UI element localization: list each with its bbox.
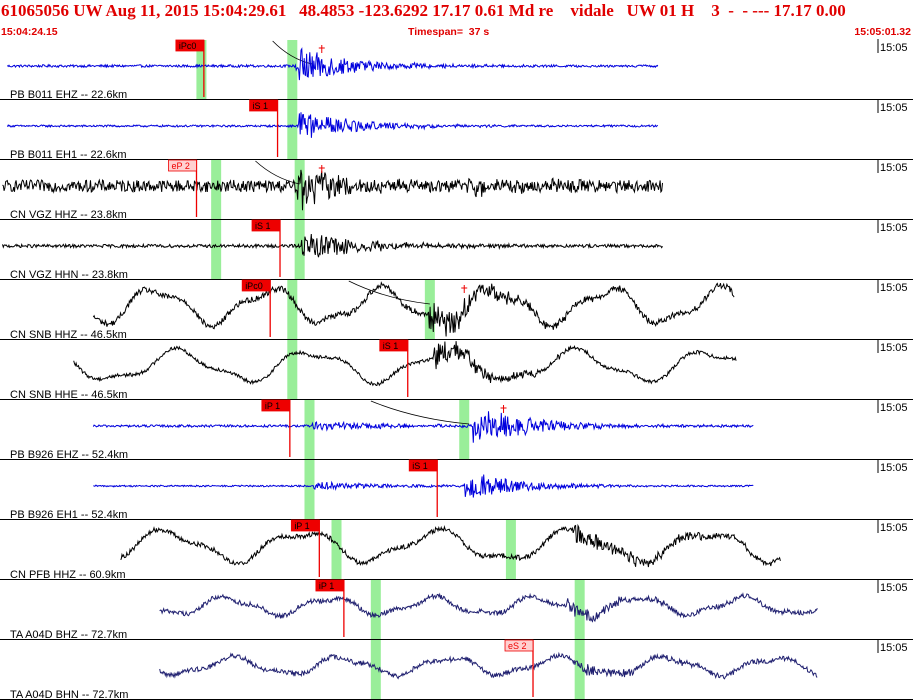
phase-pick-label: eS 2 [508,641,527,651]
time-tick-label: 15:05 [880,102,908,114]
travel-time-curve [370,400,470,425]
phase-pick-label: iPc0 [245,281,263,291]
channel-label: PB B011 EHZ -- 22.6km [10,89,127,101]
channel-label: CN VGZ HHZ -- 23.8km [10,209,127,221]
analysis-window [211,160,222,219]
phase-pick-label: iP 1 [265,401,280,411]
time-tick-label: 15:05 [880,642,908,654]
waveform-trace [159,592,818,623]
phase-pick-label: iS 1 [412,461,428,471]
waveform-trace [92,281,735,337]
analysis-window [331,520,342,579]
analysis-window [574,640,585,699]
time-tick-label: 15:05 [880,582,908,594]
waveform-trace [92,411,754,443]
channel-label: CN SNB HHE -- 46.5km [10,389,127,401]
channel-label: CN SNB HHZ -- 46.5km [10,329,127,341]
analysis-window [459,400,470,459]
phase-pick-label: iS 1 [253,101,269,111]
channel-label: PB B926 EH1 -- 52.4km [10,509,127,521]
analysis-window [294,220,305,279]
end-time-label: 15:05:01.32 [854,26,911,38]
event-title: 61065056 UW Aug 11, 2015 15:04:29.61 48.… [1,1,846,20]
time-tick-label: 15:05 [880,462,908,474]
waveform-trace [120,523,781,568]
analysis-window [287,340,298,399]
start-time-label: 15:04:24.15 [1,26,58,38]
analysis-window [287,280,298,339]
waveform-trace [93,474,754,498]
channel-label: TA A04D BHN -- 72.7km [10,689,128,700]
waveform-trace [2,233,663,258]
timespan-label: Timespan= 37 s [408,26,490,38]
time-tick-label: 15:05 [880,522,908,534]
event-header: 61065056 UW Aug 11, 2015 15:04:29.61 48.… [0,0,913,40]
waveform-trace [6,112,659,138]
seismogram-panels[interactable]: iPc0 15:05 PB B011 EHZ -- 22.6km iS 1 15:05 P… [0,39,913,700]
analysis-window [211,220,222,279]
channel-label: CN VGZ HHN -- 23.8km [10,269,128,281]
phase-pick-label: iPc0 [179,41,197,51]
time-tick-label: 15:05 [880,402,908,414]
analysis-window [304,460,315,519]
phase-pick-label: iP 1 [294,521,309,531]
phase-pick-label: eP 2 [172,161,190,171]
channel-label: CN PFB HHZ -- 60.9km [10,569,126,581]
channel-label: PB B011 EH1 -- 22.6km [10,149,127,161]
travel-time-curve [348,280,430,305]
time-tick-label: 15:05 [880,282,908,294]
time-tick-label: 15:05 [880,222,908,234]
analysis-window [304,400,315,459]
time-tick-label: 15:05 [880,342,908,354]
analysis-window [287,100,298,159]
waveform-trace [7,47,659,81]
analysis-window [505,520,516,579]
analysis-window [574,580,585,639]
channel-label: PB B926 EHZ -- 52.4km [10,449,128,461]
waveform-trace [159,651,818,680]
channel-label: TA A04D BHZ -- 72.7km [10,629,127,641]
phase-pick-label: iP 1 [319,581,334,591]
travel-time-curve [255,160,300,185]
waveform-trace [2,169,663,211]
time-tick-label: 15:05 [880,42,908,54]
phase-pick-label: iS 1 [255,221,271,231]
time-tick-label: 15:05 [880,162,908,174]
analysis-window [370,580,381,639]
phase-pick-label: iS 1 [383,341,399,351]
